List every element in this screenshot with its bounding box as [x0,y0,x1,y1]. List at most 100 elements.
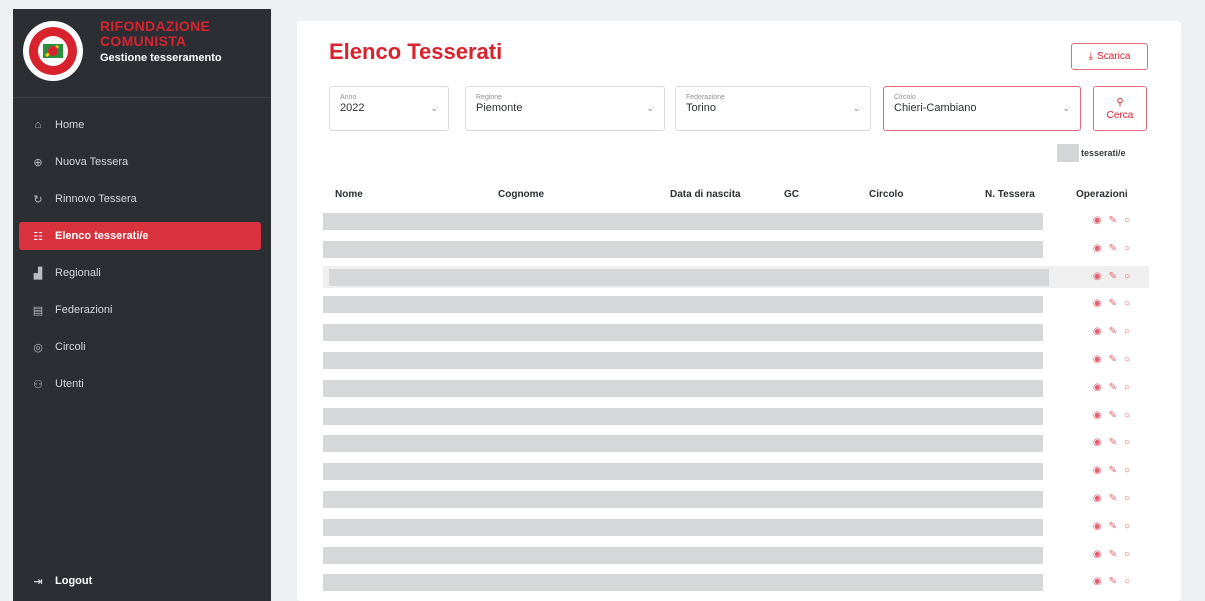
table-row[interactable]: ◉ ✎ ○ [323,349,1149,371]
view-icon[interactable]: ◉ [1093,215,1102,226]
logout-button[interactable]: ⇥ Logout [19,567,92,595]
renew-icon[interactable]: ○ [1124,576,1130,587]
row-operations: ◉ ✎ ○ [1074,271,1149,282]
header-data-nascita[interactable]: Data di nascita [670,189,741,200]
regione-label: Regione [476,94,503,101]
row-placeholder [323,463,1043,481]
sidebar-item-elenco-tesserati[interactable]: ☷ Elenco tesserati/e [19,222,261,250]
chevron-down-icon: ⌄ [646,103,654,113]
header-nome[interactable]: Nome [335,189,363,200]
sidebar-item-utenti[interactable]: ⚇ Utenti [19,370,261,398]
edit-icon[interactable]: ✎ [1109,271,1117,282]
building-icon: ▤ [32,304,44,317]
download-button[interactable]: ⤓ Scarica [1071,43,1148,70]
circle-group-icon: ◎ [33,341,43,354]
edit-icon[interactable]: ✎ [1109,521,1117,532]
table-row[interactable]: ◉ ✎ ○ [323,210,1149,232]
edit-icon[interactable]: ✎ [1109,410,1117,421]
federazione-label: Federazione [686,94,725,101]
view-icon[interactable]: ◉ [1093,271,1102,282]
circolo-label: Circolo [894,94,916,101]
edit-icon[interactable]: ✎ [1109,382,1117,393]
edit-icon[interactable]: ✎ [1109,437,1117,448]
view-icon[interactable]: ◉ [1093,576,1102,587]
edit-icon[interactable]: ✎ [1109,549,1117,560]
renew-icon[interactable]: ○ [1124,271,1130,282]
renew-icon[interactable]: ○ [1124,549,1130,560]
edit-icon[interactable]: ✎ [1109,326,1117,337]
sidebar-item-label: Utenti [55,378,84,390]
renew-icon[interactable]: ○ [1124,465,1130,476]
table-row[interactable]: ◉ ✎ ○ [323,238,1149,260]
table-row[interactable]: ◉ ✎ ○ [323,460,1149,482]
renew-icon[interactable]: ○ [1124,437,1130,448]
renew-icon[interactable]: ○ [1124,354,1130,365]
header-n-tessera[interactable]: N. Tessera [985,189,1035,200]
table-row[interactable]: ◉ ✎ ○ [323,516,1149,538]
home-icon: ⌂ [34,119,42,131]
view-icon[interactable]: ◉ [1093,410,1102,421]
chevron-down-icon: ⌄ [1062,103,1070,113]
view-icon[interactable]: ◉ [1093,243,1102,254]
table-row[interactable]: ◉ ✎ ○ [323,432,1149,454]
sidebar-item-label: Regionali [55,267,101,279]
edit-icon[interactable]: ✎ [1109,215,1117,226]
row-placeholder [323,435,1043,453]
edit-icon[interactable]: ✎ [1109,493,1117,504]
row-placeholder [323,352,1043,369]
edit-icon[interactable]: ✎ [1109,576,1117,587]
sidebar-item-federazioni[interactable]: ▤ Federazioni [19,296,261,324]
table-row[interactable]: ◉ ✎ ○ [323,488,1149,510]
view-icon[interactable]: ◉ [1093,354,1102,365]
anno-value: 2022 [340,102,365,114]
sidebar-item-home[interactable]: ⌂ Home [19,111,261,139]
circolo-select[interactable]: Circolo Chieri-Cambiano ⌄ [883,86,1081,131]
table-row[interactable]: ◉ ✎ ○ [323,321,1149,343]
table-row[interactable]: ◉ ✎ ○ [323,571,1149,593]
search-button[interactable]: ⚲ Cerca [1093,86,1147,131]
header-gc[interactable]: GC [784,189,799,200]
view-icon[interactable]: ◉ [1093,465,1102,476]
renew-icon[interactable]: ○ [1124,326,1130,337]
table-row[interactable]: ◉ ✎ ○ [323,405,1149,427]
edit-icon[interactable]: ✎ [1109,465,1117,476]
regione-select[interactable]: Regione Piemonte ⌄ [465,86,665,131]
table-row[interactable]: ◉ ✎ ○ [323,293,1149,315]
sidebar-item-circoli[interactable]: ◎ Circoli [19,333,261,361]
header-circolo[interactable]: Circolo [869,189,903,200]
view-icon[interactable]: ◉ [1093,326,1102,337]
federazione-select[interactable]: Federazione Torino ⌄ [675,86,871,131]
sidebar-item-rinnovo-tessera[interactable]: ↻ Rinnovo Tessera [19,185,261,213]
renew-icon[interactable]: ○ [1124,521,1130,532]
view-icon[interactable]: ◉ [1093,493,1102,504]
edit-icon[interactable]: ✎ [1109,243,1117,254]
row-operations: ◉ ✎ ○ [1074,215,1149,226]
table-row[interactable]: ◉ ✎ ○ [323,544,1149,566]
row-placeholder [323,296,1043,314]
view-icon[interactable]: ◉ [1093,521,1102,532]
table-row[interactable]: ◉ ✎ ○ [323,265,1149,288]
plus-circle-icon: ⊕ [33,156,43,169]
renew-icon[interactable]: ○ [1124,215,1130,226]
renew-icon[interactable]: ○ [1124,382,1130,393]
view-icon[interactable]: ◉ [1093,437,1102,448]
view-icon[interactable]: ◉ [1093,298,1102,309]
renew-icon[interactable]: ○ [1124,493,1130,504]
renew-icon[interactable]: ○ [1124,243,1130,254]
sidebar-item-nuova-tessera[interactable]: ⊕ Nuova Tessera [19,148,261,176]
table-row[interactable]: ◉ ✎ ○ [323,377,1149,399]
header-cognome[interactable]: Cognome [498,189,544,200]
row-operations: ◉ ✎ ○ [1074,437,1149,448]
renew-icon[interactable]: ○ [1124,410,1130,421]
row-placeholder [323,491,1043,508]
search-label: Cerca [1106,109,1134,121]
sidebar-item-regionali[interactable]: ▟ Regionali [19,259,261,287]
view-icon[interactable]: ◉ [1093,382,1102,393]
row-placeholder [323,240,1043,258]
anno-select[interactable]: Anno 2022 ⌄ [329,86,449,131]
sidebar-item-label: Elenco tesserati/e [55,230,149,242]
renew-icon[interactable]: ○ [1124,298,1130,309]
edit-icon[interactable]: ✎ [1109,298,1117,309]
edit-icon[interactable]: ✎ [1109,354,1117,365]
view-icon[interactable]: ◉ [1093,549,1102,560]
